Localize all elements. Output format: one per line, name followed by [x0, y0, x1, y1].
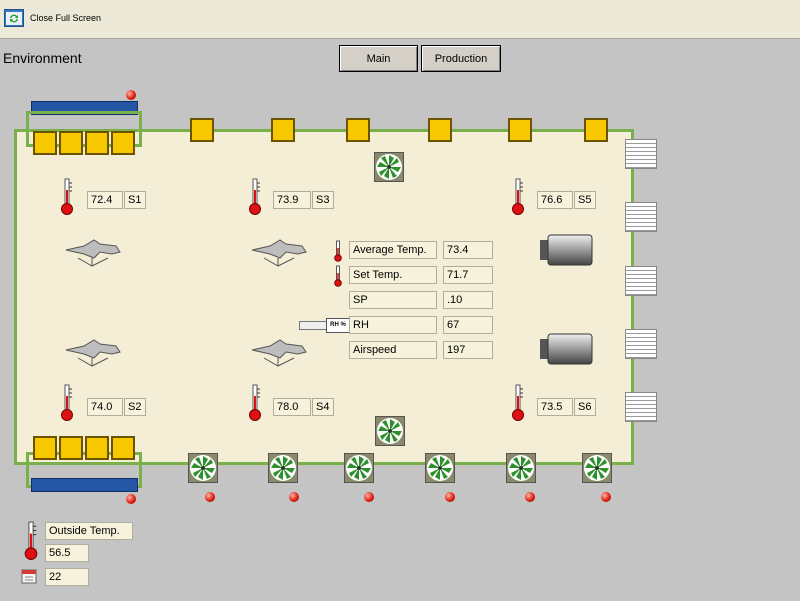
main-button[interactable]: Main [339, 45, 418, 72]
page-title: Environment [3, 50, 82, 66]
fan-status-led [364, 492, 374, 502]
sp-value: .10 [443, 291, 493, 309]
sensor-label: S5 [574, 191, 596, 209]
set-temp-value: 71.7 [443, 266, 493, 284]
thermometer-icon [512, 178, 524, 215]
thermometer-icon [61, 178, 73, 215]
heater-box [33, 131, 57, 155]
fan-status-led [525, 492, 535, 502]
status-led-top [126, 90, 136, 100]
rh-value: 67 [443, 316, 493, 334]
sensor-label: S4 [312, 398, 334, 416]
inlet-box [346, 118, 370, 142]
thermometer-icon [512, 384, 524, 421]
production-button[interactable]: Production [421, 45, 501, 72]
rh-percent-label: RH % [326, 318, 350, 333]
brooder-icon [65, 239, 121, 267]
sensor-label: S6 [574, 398, 596, 416]
heater-box [111, 131, 135, 155]
heater-box [85, 436, 109, 460]
sensor-label: S3 [312, 191, 334, 209]
inlet-box [428, 118, 452, 142]
fan-status-led [205, 492, 215, 502]
fan-icon [188, 453, 218, 483]
fan-status-led [601, 492, 611, 502]
average-temp-value: 73.4 [443, 241, 493, 259]
fan-icon [506, 453, 536, 483]
airspeed-value: 197 [443, 341, 493, 359]
average-temp-label: Average Temp. [349, 241, 437, 259]
close-full-screen-label: Close Full Screen [30, 13, 102, 23]
set-temp-label: Set Temp. [349, 266, 437, 284]
sensor-label: S2 [124, 398, 146, 416]
airspeed-label: Airspeed [349, 341, 437, 359]
furnace-icon [540, 234, 593, 266]
thermometer-icon [334, 265, 342, 287]
toolbar: Close Full Screen [0, 0, 800, 39]
sensor-label: S1 [124, 191, 146, 209]
vent-icon [625, 266, 657, 296]
close-full-screen-button[interactable]: Close Full Screen [4, 6, 101, 30]
brooder-icon [65, 339, 121, 367]
heater-box [111, 436, 135, 460]
thermometer-icon [249, 178, 261, 215]
heater-box [85, 131, 109, 155]
inlet-box [190, 118, 214, 142]
fan-icon [582, 453, 612, 483]
heater-box [59, 436, 83, 460]
rh-label: RH [349, 316, 437, 334]
thermometer-icon [334, 240, 342, 262]
calendar-icon [21, 569, 37, 584]
furnace-icon [540, 333, 593, 365]
brooder-icon [251, 239, 307, 267]
fan-icon [344, 453, 374, 483]
sensor-value: 72.4 [87, 191, 123, 209]
thermometer-icon [24, 521, 38, 560]
screen-refresh-icon [4, 9, 24, 27]
vent-icon [625, 329, 657, 359]
sensor-value: 78.0 [273, 398, 311, 416]
fan-status-led [289, 492, 299, 502]
status-led-bottom [126, 494, 136, 504]
fan-icon [268, 453, 298, 483]
thermometer-icon [249, 384, 261, 421]
sensor-value: 73.5 [537, 398, 573, 416]
humidity-sensor-icon: RH % [299, 318, 350, 333]
fan-icon [374, 152, 404, 182]
inlet-box [271, 118, 295, 142]
fan-icon [375, 416, 405, 446]
sensor-value: 76.6 [537, 191, 573, 209]
sensor-value: 74.0 [87, 398, 123, 416]
fan-icon [425, 453, 455, 483]
outside-temp-label: Outside Temp. [45, 522, 133, 540]
outside-temp-value: 56.5 [45, 544, 89, 562]
vent-icon [625, 392, 657, 422]
inlet-box [584, 118, 608, 142]
vent-icon [625, 202, 657, 232]
day-count-value: 22 [45, 568, 89, 586]
fan-status-led [445, 492, 455, 502]
heater-box [33, 436, 57, 460]
feed-line-bottom [31, 478, 138, 492]
sensor-value: 73.9 [273, 191, 311, 209]
sp-label: SP [349, 291, 437, 309]
inlet-box [508, 118, 532, 142]
brooder-icon [251, 339, 307, 367]
vent-icon [625, 139, 657, 169]
heater-box [59, 131, 83, 155]
thermometer-icon [61, 384, 73, 421]
